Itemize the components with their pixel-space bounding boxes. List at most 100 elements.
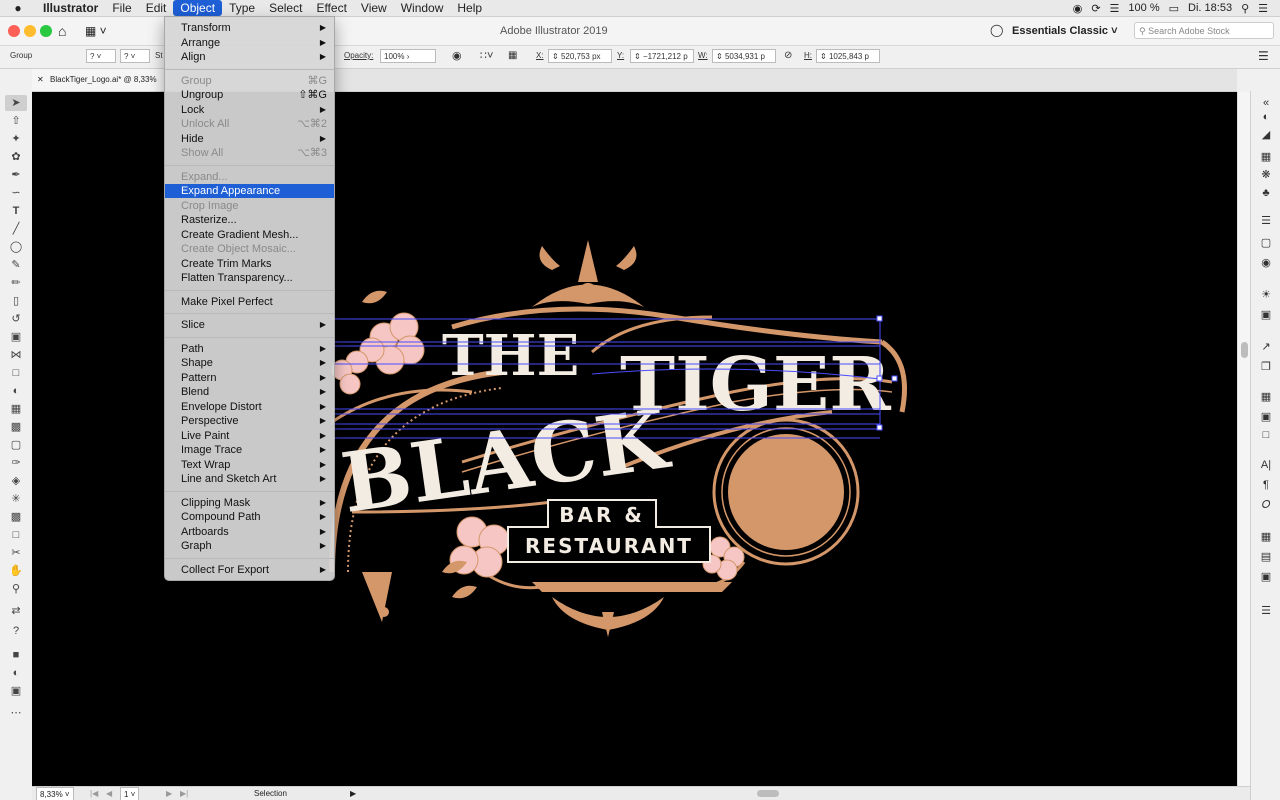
edit-toolbar-icon[interactable]: ⋯ [5, 705, 27, 721]
document-tab[interactable]: ✕ BlackTiger_Logo.ai* @ 8,33% [32, 69, 182, 91]
menu-item-create-object-mosaic[interactable]: Create Object Mosaic... [165, 242, 334, 256]
transform-panel-icon[interactable]: ▦ [1257, 529, 1275, 545]
menu-help[interactable]: Help [450, 0, 489, 16]
curvature-tool-icon[interactable]: ∽ [5, 185, 27, 201]
eraser-tool-icon[interactable]: ▯ [5, 293, 27, 309]
menu-window[interactable]: Window [394, 0, 451, 16]
battery-text[interactable]: 100 % [1128, 2, 1159, 14]
export-panel-icon[interactable]: ↗ [1257, 339, 1275, 355]
lightbulb-icon[interactable]: ◯ [990, 23, 1003, 37]
menu-select[interactable]: Select [262, 0, 309, 16]
menu-item-rasterize[interactable]: Rasterize... [165, 213, 334, 227]
workspace-switcher[interactable]: Essentials Classic ˅ [1012, 25, 1118, 37]
arrange-documents-icon[interactable]: ▦ ˅ [85, 24, 107, 38]
menu-type[interactable]: Type [222, 0, 262, 16]
align-panel-icon[interactable]: ▤ [1257, 549, 1275, 565]
artboards-panel-icon[interactable]: ❐ [1257, 359, 1275, 375]
menu-item-line-and-sketch-art[interactable]: Line and Sketch Art ▶ [165, 472, 334, 486]
menu-item-clipping-mask[interactable]: Clipping Mask ▶ [165, 496, 334, 510]
menu-item-show-all[interactable]: Show All ⌥⌘3 [165, 146, 334, 160]
menu-item-pattern[interactable]: Pattern ▶ [165, 371, 334, 385]
menu-item-lock[interactable]: Lock ▶ [165, 103, 334, 117]
last-artboard-button[interactable]: ▶| [180, 787, 188, 800]
menu-object[interactable]: Object [173, 0, 223, 16]
battery-icon[interactable]: ▭ [1169, 2, 1179, 15]
wifi-icon[interactable]: ☰ [1110, 2, 1120, 15]
width-tool-icon[interactable]: ⋈ [5, 347, 27, 363]
color-mode-icon[interactable]: ■ [5, 647, 27, 663]
menu-item-shape[interactable]: Shape ▶ [165, 356, 334, 370]
artboard-tool-icon[interactable]: □ [5, 527, 27, 543]
brushes-panel-icon[interactable]: ❋ [1257, 167, 1275, 183]
first-artboard-button[interactable]: |◀ [90, 787, 98, 800]
minimize-window-button[interactable] [24, 25, 36, 37]
menu-view[interactable]: View [354, 0, 394, 16]
menu-item-path[interactable]: Path ▶ [165, 342, 334, 356]
menu-item-hide[interactable]: Hide ▶ [165, 132, 334, 146]
status-menu-arrow[interactable]: ▶ [350, 787, 356, 800]
layers-panel-icon[interactable]: ☰ [1257, 603, 1275, 619]
control-bar-menu-icon[interactable]: ☰ [1258, 49, 1269, 63]
blend-tool-icon[interactable]: ◈ [5, 473, 27, 489]
eyedropper-tool-icon[interactable]: ✑ [5, 455, 27, 471]
selection-tool-icon[interactable]: ➤ [5, 95, 27, 111]
menu-item-transform[interactable]: Transform ▶ [165, 21, 334, 35]
fill-color-picker[interactable]: ? ˅ [86, 49, 116, 63]
artboard-number-field[interactable]: 1 ˅ [120, 787, 140, 800]
menu-item-live-paint[interactable]: Live Paint ▶ [165, 429, 334, 443]
menu-effect[interactable]: Effect [309, 0, 353, 16]
menu-item-make-pixel-perfect[interactable]: Make Pixel Perfect [165, 295, 334, 309]
rotate-tool-icon[interactable]: ↺ [5, 311, 27, 327]
magic-wand-tool-icon[interactable]: ✦ [5, 131, 27, 147]
graphic-styles-icon[interactable]: ▣ [1257, 307, 1275, 323]
screen-mode-icon[interactable]: ▣ [5, 683, 27, 699]
line-tool-icon[interactable]: ╱ [5, 221, 27, 237]
menu-file[interactable]: File [105, 0, 138, 16]
menu-item-image-trace[interactable]: Image Trace ▶ [165, 443, 334, 457]
mesh-tool-icon[interactable]: ▩ [5, 419, 27, 435]
horizontal-scroll-thumb[interactable] [757, 790, 779, 797]
gradient-tool-icon[interactable]: ▢ [5, 437, 27, 453]
recolor-icon[interactable]: ◉ [452, 49, 462, 63]
color-guide-icon[interactable]: ◢ [1257, 127, 1275, 143]
gradient-panel-icon[interactable]: ▢ [1257, 235, 1275, 251]
menu-item-expand-appearance[interactable]: Expand Appearance [165, 184, 334, 198]
h-field[interactable]: ⇕ 1025,843 p [816, 49, 880, 63]
x-field[interactable]: ⇕ 520,753 px [548, 49, 612, 63]
sync-icon[interactable]: ⟳ [1091, 2, 1100, 15]
zoom-level-field[interactable]: 8,33% ˅ [36, 787, 74, 800]
menu-item-create-gradient-mesh[interactable]: Create Gradient Mesh... [165, 228, 334, 242]
symbols-panel-icon[interactable]: ♣ [1257, 185, 1275, 201]
menu-item-perspective[interactable]: Perspective ▶ [165, 414, 334, 428]
notification-center-icon[interactable]: ☰ [1258, 2, 1268, 15]
menu-item-text-wrap[interactable]: Text Wrap ▶ [165, 458, 334, 472]
menu-item-collect-for-export[interactable]: Collect For Export ▶ [165, 563, 334, 577]
menu-item-slice[interactable]: Slice ▶ [165, 318, 334, 332]
pathfinder-panel-icon[interactable]: ▣ [1257, 569, 1275, 585]
lasso-tool-icon[interactable]: ✿ [5, 149, 27, 165]
menu-app-illustrator[interactable]: Illustrator [36, 0, 105, 16]
character-panel-icon[interactable]: A| [1257, 457, 1275, 473]
creative-cloud-icon[interactable]: ◉ [1073, 2, 1083, 15]
vertical-scrollbar[interactable] [1237, 92, 1251, 786]
y-field[interactable]: ⇕ −1721,212 p [630, 49, 694, 63]
direct-selection-tool-icon[interactable]: ⇧ [5, 113, 27, 129]
slice-tool-icon[interactable]: ✂ [5, 545, 27, 561]
paragraph-panel-icon[interactable]: ¶ [1257, 477, 1275, 493]
asset-export-icon[interactable]: ▣ [1257, 409, 1275, 425]
home-icon[interactable]: ⌂ [58, 23, 66, 39]
zoom-tool-icon[interactable]: ⚲ [5, 581, 27, 597]
menu-item-group[interactable]: Group ⌘G [165, 74, 334, 88]
menu-item-crop-image[interactable]: Crop Image [165, 199, 334, 213]
column-graph-tool-icon[interactable]: ▩ [5, 509, 27, 525]
drawing-mode-icon[interactable]: ◐ [5, 665, 27, 681]
menu-item-ungroup[interactable]: Ungroup ⇧⌘G [165, 88, 334, 102]
type-tool-icon[interactable]: T [5, 203, 27, 219]
vertical-scroll-thumb[interactable] [1241, 342, 1248, 358]
menu-item-compound-path[interactable]: Compound Path ▶ [165, 510, 334, 524]
menu-item-expand[interactable]: Expand... [165, 170, 334, 184]
reference-point-icon[interactable]: ▦ [508, 49, 517, 63]
menu-edit[interactable]: Edit [139, 0, 174, 16]
ellipse-tool-icon[interactable]: ◯ [5, 239, 27, 255]
menu-item-align[interactable]: Align ▶ [165, 50, 334, 64]
